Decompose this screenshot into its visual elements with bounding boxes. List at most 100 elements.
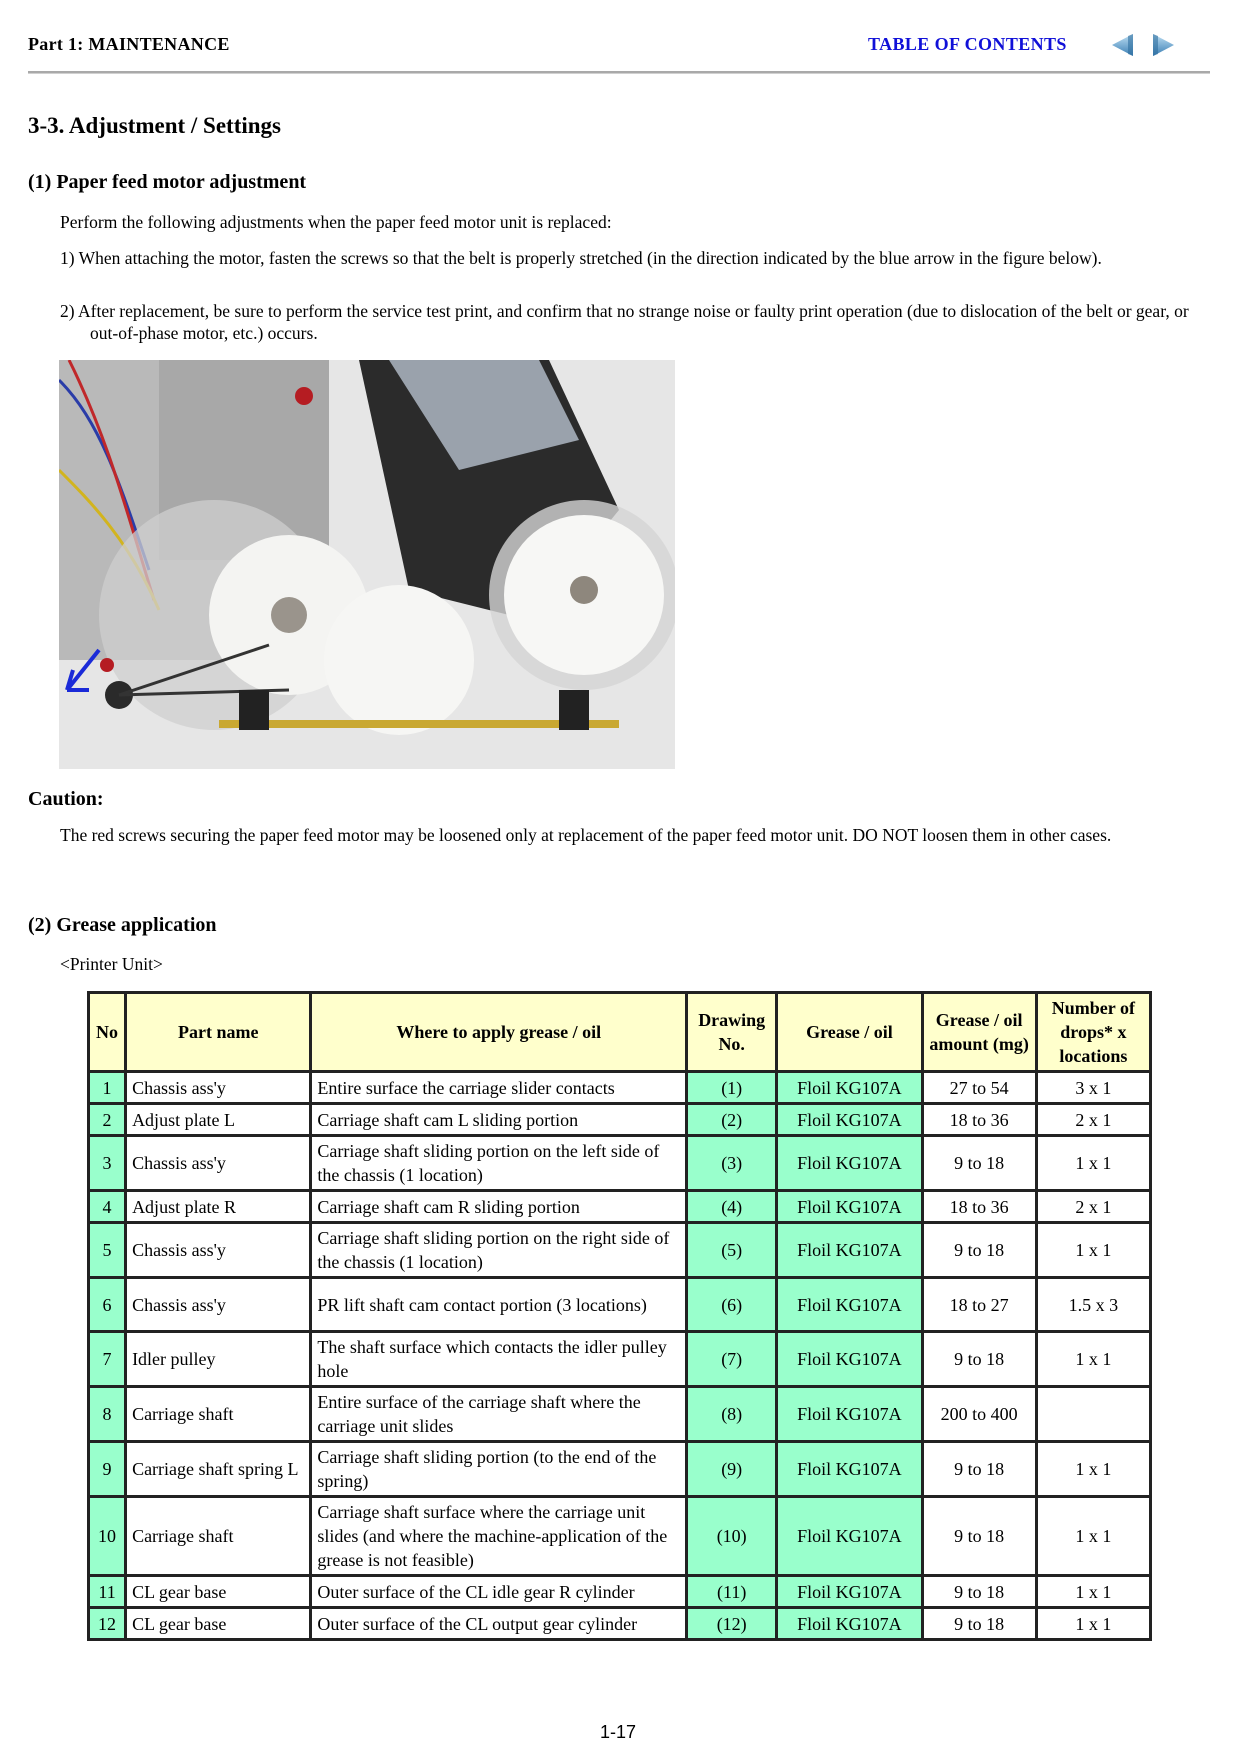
cell-drawing-no: (10) bbox=[685, 1495, 779, 1577]
cell-drops: 1 x 1 bbox=[1034, 1574, 1153, 1609]
cell-amount: 9 to 18 bbox=[920, 1495, 1038, 1577]
cell-amount: 9 to 18 bbox=[920, 1440, 1038, 1498]
table-row: 5 Chassis ass'y Carriage shaft sliding por… bbox=[86, 1221, 1153, 1279]
cell-part-name: Chassis ass'y bbox=[124, 1070, 313, 1105]
cell-drops: 2 x 1 bbox=[1034, 1189, 1153, 1224]
cell-drops: 1.5 x 3 bbox=[1034, 1276, 1153, 1333]
cell-part-name: Carriage shaft bbox=[124, 1385, 313, 1443]
cell-drops: 1 x 1 bbox=[1034, 1495, 1153, 1577]
previous-page-button[interactable] bbox=[1108, 30, 1138, 60]
cell-drops: 2 x 1 bbox=[1034, 1102, 1153, 1137]
cell-drawing-no: (7) bbox=[685, 1330, 779, 1388]
caution-text: The red screws securing the paper feed m… bbox=[60, 825, 1112, 845]
cell-drawing-no: (6) bbox=[685, 1276, 779, 1333]
cell-part-name: Carriage shaft bbox=[124, 1495, 313, 1577]
table-row: 9 Carriage shaft spring L Carriage shaft s… bbox=[86, 1440, 1153, 1498]
col-header-amount: Grease / oil amount (mg) bbox=[920, 991, 1038, 1073]
section-title: 3-3. Adjustment / Settings bbox=[28, 113, 282, 138]
cell-drawing-no: (1) bbox=[685, 1070, 779, 1105]
cell-grease-oil: Floil KG107A bbox=[775, 1134, 924, 1192]
cell-drawing-no: (3) bbox=[685, 1134, 779, 1192]
table-row: 3 Chassis ass'y Carriage shaft sliding por… bbox=[86, 1134, 1153, 1192]
cell-no: 6 bbox=[86, 1276, 128, 1333]
caution-title: Caution: bbox=[28, 788, 104, 810]
col-header-part-name: Part name bbox=[124, 991, 313, 1073]
cell-grease-oil: Floil KG107A bbox=[775, 1385, 924, 1443]
cell-drawing-no: (12) bbox=[685, 1606, 779, 1641]
cell-grease-oil: Floil KG107A bbox=[775, 1574, 924, 1609]
cell-part-name: Adjust plate L bbox=[124, 1102, 313, 1137]
cell-no: 8 bbox=[86, 1385, 128, 1443]
printer-unit-label: <Printer Unit> bbox=[60, 954, 163, 974]
cell-amount: 9 to 18 bbox=[920, 1574, 1038, 1609]
motor-photo-illustration bbox=[59, 360, 675, 769]
cell-part-name: Carriage shaft spring L bbox=[124, 1440, 313, 1498]
cell-drops: 1 x 1 bbox=[1034, 1134, 1153, 1192]
table-row: 8 Carriage shaft Entire surface of the car… bbox=[86, 1385, 1153, 1443]
cell-drops: 1 x 1 bbox=[1034, 1440, 1153, 1498]
page-number: 1-17 bbox=[600, 1722, 637, 1742]
table-row: 6 Chassis ass'y PR lift shaft cam contact … bbox=[86, 1276, 1153, 1333]
cell-drops: 1 x 1 bbox=[1034, 1606, 1153, 1641]
cell-no: 11 bbox=[86, 1574, 128, 1609]
cell-where: Outer surface of the CL idle gear R cyli… bbox=[309, 1574, 689, 1609]
arrow-left-icon bbox=[1112, 34, 1133, 56]
step-2: 2) After replacement, be sure to perform… bbox=[60, 301, 1189, 343]
cell-amount: 9 to 18 bbox=[920, 1330, 1038, 1388]
cell-where: Carriage shaft cam R sliding portion bbox=[309, 1189, 689, 1224]
cell-grease-oil: Floil KG107A bbox=[775, 1102, 924, 1137]
cell-amount: 9 to 18 bbox=[920, 1221, 1038, 1279]
cell-amount: 27 to 54 bbox=[920, 1070, 1038, 1105]
cell-part-name: CL gear base bbox=[124, 1606, 313, 1641]
cell-drops bbox=[1034, 1385, 1153, 1443]
cell-amount: 200 to 400 bbox=[920, 1385, 1038, 1443]
table-row: 4 Adjust plate R Carriage shaft cam R slid… bbox=[86, 1189, 1153, 1224]
arrow-right-icon bbox=[1153, 34, 1174, 56]
table-row: 1 Chassis ass'y Entire surface the carriag… bbox=[86, 1070, 1153, 1105]
cell-grease-oil: Floil KG107A bbox=[775, 1330, 924, 1388]
cell-part-name: Idler pulley bbox=[124, 1330, 313, 1388]
part-label: Part 1: MAINTENANCE bbox=[28, 34, 230, 54]
table-row: 11 CL gear base Outer surface of the CL id… bbox=[86, 1574, 1153, 1609]
cell-where: Entire surface the carriage slider conta… bbox=[309, 1070, 689, 1105]
cell-amount: 9 to 18 bbox=[920, 1606, 1038, 1641]
subsection-title-grease: (2) Grease application bbox=[28, 914, 217, 936]
next-page-button[interactable] bbox=[1148, 30, 1178, 60]
table-row: 10 Carriage shaft Carriage shaft surface w… bbox=[86, 1495, 1153, 1577]
cell-grease-oil: Floil KG107A bbox=[775, 1276, 924, 1333]
cell-where: Carriage shaft cam L sliding portion bbox=[309, 1102, 689, 1137]
table-of-contents-link[interactable]: TABLE OF CONTENTS bbox=[868, 34, 1067, 55]
cell-where: The shaft surface which contacts the idl… bbox=[309, 1330, 689, 1388]
table-row: 2 Adjust plate L Carriage shaft cam L slid… bbox=[86, 1102, 1153, 1137]
cell-grease-oil: Floil KG107A bbox=[775, 1070, 924, 1105]
grease-table: No Part name Where to apply grease / oil… bbox=[86, 991, 1153, 1641]
col-header-no: No bbox=[86, 991, 128, 1073]
cell-part-name: Chassis ass'y bbox=[124, 1276, 313, 1333]
cell-no: 4 bbox=[86, 1189, 128, 1224]
cell-amount: 18 to 36 bbox=[920, 1102, 1038, 1137]
cell-part-name: Chassis ass'y bbox=[124, 1221, 313, 1279]
subsection-title-paper-feed: (1) Paper feed motor adjustment bbox=[28, 171, 307, 193]
col-header-where: Where to apply grease / oil bbox=[309, 991, 689, 1073]
cell-drops: 3 x 1 bbox=[1034, 1070, 1153, 1105]
cell-amount: 9 to 18 bbox=[920, 1134, 1038, 1192]
table-header-row: No Part name Where to apply grease / oil… bbox=[86, 991, 1153, 1073]
cell-drawing-no: (4) bbox=[685, 1189, 779, 1224]
cell-where: Entire surface of the carriage shaft whe… bbox=[309, 1385, 689, 1443]
page-header: Part 1: MAINTENANCE TABLE OF CONTENTS bbox=[28, 28, 1210, 56]
cell-drops: 1 x 1 bbox=[1034, 1330, 1153, 1388]
cell-grease-oil: Floil KG107A bbox=[775, 1440, 924, 1498]
cell-no: 9 bbox=[86, 1440, 128, 1498]
cell-drawing-no: (9) bbox=[685, 1440, 779, 1498]
cell-no: 7 bbox=[86, 1330, 128, 1388]
table-row: 12 CL gear base Outer surface of the CL ou… bbox=[86, 1606, 1153, 1641]
cell-where: Carriage shaft surface where the carriag… bbox=[309, 1495, 689, 1577]
col-header-drawing-no: Drawing No. bbox=[685, 991, 779, 1073]
cell-no: 10 bbox=[86, 1495, 128, 1577]
cell-drawing-no: (11) bbox=[685, 1574, 779, 1609]
cell-amount: 18 to 27 bbox=[920, 1276, 1038, 1333]
cell-drops: 1 x 1 bbox=[1034, 1221, 1153, 1279]
cell-where: PR lift shaft cam contact portion (3 loc… bbox=[309, 1276, 689, 1333]
header-divider bbox=[28, 71, 1210, 74]
cell-drawing-no: (2) bbox=[685, 1102, 779, 1137]
